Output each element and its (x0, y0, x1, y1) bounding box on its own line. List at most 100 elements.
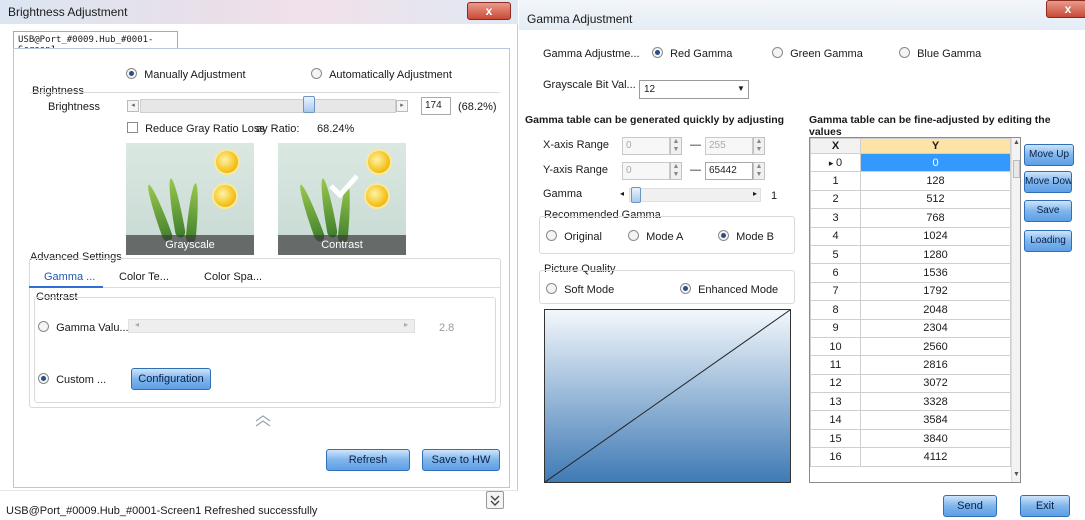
move-down-button[interactable]: Move Down (1024, 171, 1072, 193)
soft-mode-radio[interactable]: Soft Mode (546, 283, 614, 296)
y-min-spinner[interactable]: ▲ ▼ (670, 162, 682, 180)
x-min-input[interactable]: 0 (622, 137, 670, 155)
table-row[interactable]: 10 2560 (810, 336, 1011, 357)
y-min-input[interactable]: 0 (622, 162, 670, 180)
auto-mode-radio[interactable]: Automatically Adjustment (311, 68, 452, 81)
green-gamma-radio[interactable]: Green Gamma (772, 47, 863, 60)
contrast-preview[interactable]: Contrast (278, 143, 406, 255)
enhanced-mode-radio[interactable]: Enhanced Mode (680, 283, 778, 296)
reduce-gray-checkbox[interactable]: Reduce Gray Ratio Loss (127, 122, 265, 135)
x-cell: 9 (810, 318, 861, 338)
original-radio[interactable]: Original (546, 230, 602, 243)
y-cell[interactable]: 2048 (860, 300, 1011, 320)
lemon-image (212, 183, 238, 209)
y-cell[interactable]: 768 (860, 208, 1011, 228)
gamma-slider-right-arrow-icon[interactable]: ▸ (753, 189, 757, 198)
brightness-slider-right-arrow[interactable]: ▸ (396, 100, 408, 112)
brightness-value-input[interactable]: 174 (421, 97, 451, 115)
brightness-close-button[interactable]: x (467, 2, 511, 20)
exit-button[interactable]: Exit (1020, 495, 1070, 517)
y-cell[interactable]: 128 (860, 171, 1011, 191)
table-row[interactable]: 12 3072 (810, 373, 1011, 394)
brightness-slider-track[interactable] (140, 99, 396, 113)
scroll-down-icon[interactable]: ▼ (1013, 471, 1020, 478)
y-cell[interactable]: 4112 (860, 447, 1011, 467)
red-gamma-radio[interactable]: Red Gamma (652, 47, 732, 60)
y-cell[interactable]: 3840 (860, 428, 1011, 449)
save-to-hw-button[interactable]: Save to HW (422, 449, 500, 471)
expand-button[interactable] (486, 491, 504, 509)
y-cell[interactable]: 2560 (860, 336, 1011, 357)
gamma-window: Gamma Adjustment x Gamma Adjustme... Red… (519, 0, 1085, 520)
grayscale-preview[interactable]: Grayscale (126, 143, 254, 255)
x-min-spinner[interactable]: ▲ ▼ (670, 137, 682, 155)
y-cell[interactable]: 1536 (860, 263, 1011, 283)
screen-tab[interactable]: USB@Port_#0009.Hub_#0001-Screen1 (13, 31, 178, 55)
table-row[interactable]: 11 2816 (810, 355, 1011, 375)
y-cell[interactable]: 512 (860, 189, 1011, 210)
brightness-titlebar: Brightness Adjustment (0, 0, 518, 24)
x-max-spinner[interactable]: ▲ ▼ (753, 137, 765, 155)
table-row[interactable]: 8 2048 (810, 300, 1011, 320)
quick-heading: Gamma table can be generated quickly by … (525, 114, 785, 126)
y-cell[interactable]: 1280 (860, 244, 1011, 265)
x-max-input[interactable]: 255 (705, 137, 753, 155)
y-max-input[interactable]: 65442 (705, 162, 753, 180)
y-cell[interactable]: 1792 (860, 281, 1011, 302)
table-scrollbar[interactable]: ▲ ▼ (1011, 138, 1020, 482)
configuration-button[interactable]: Configuration (131, 368, 211, 390)
y-max-spinner[interactable]: ▲ ▼ (753, 162, 765, 180)
tab-color-temperature[interactable]: Color Te... (119, 271, 169, 283)
custom-radio[interactable]: Custom ... (38, 373, 106, 386)
y-cell[interactable]: 3328 (860, 392, 1011, 412)
y-cell[interactable]: 2304 (860, 318, 1011, 338)
table-row[interactable]: 3 768 (810, 208, 1011, 228)
brightness-slider-left-arrow[interactable]: ◂ (127, 100, 139, 112)
y-cell[interactable]: 2816 (860, 355, 1011, 375)
gamma-close-button[interactable]: x (1046, 0, 1085, 18)
brightness-label: Brightness (48, 101, 100, 113)
mode-b-radio[interactable]: Mode B (718, 230, 774, 243)
y-cell[interactable]: 3584 (860, 410, 1011, 430)
blue-gamma-radio[interactable]: Blue Gamma (899, 47, 981, 60)
table-row[interactable]: 2 512 (810, 189, 1011, 210)
table-row[interactable]: ▸ 00 (810, 152, 1011, 173)
tab-color-space[interactable]: Color Spa... (204, 271, 262, 283)
brightness-slider-thumb[interactable] (302, 96, 315, 113)
gamma-slider-thumb[interactable] (631, 187, 641, 203)
scroll-thumb[interactable] (1013, 160, 1020, 178)
table-row[interactable]: 1 128 (810, 171, 1011, 191)
gamma-value-radio[interactable]: Gamma Valu... (38, 321, 129, 334)
tab-gamma[interactable]: Gamma ... (44, 271, 95, 283)
save-button[interactable]: Save (1024, 200, 1072, 222)
y-cell[interactable]: 0 (860, 152, 1011, 173)
table-row[interactable]: 14 3584 (810, 410, 1011, 430)
table-row[interactable]: 13 3328 (810, 392, 1011, 412)
blue-gamma-label: Blue Gamma (917, 48, 982, 60)
gamma-slider-track[interactable] (629, 188, 761, 202)
move-up-button[interactable]: Move Up (1024, 144, 1074, 166)
table-row[interactable]: 6 1536 (810, 263, 1011, 283)
table-row[interactable]: 15 3840 (810, 428, 1011, 449)
grayscale-bit-select[interactable]: 12 ▼ (639, 80, 749, 99)
gamma-titlebar: Gamma Adjustment (519, 0, 1085, 30)
refresh-button[interactable]: Refresh (326, 449, 410, 471)
send-button[interactable]: Send (943, 495, 997, 517)
mode-a-radio[interactable]: Mode A (628, 230, 683, 243)
collapse-chevron-icon[interactable] (253, 414, 273, 428)
gamma-slider-left-arrow-icon[interactable]: ◂ (620, 189, 624, 198)
manual-mode-radio[interactable]: Manually Adjustment (126, 68, 246, 81)
table-row[interactable]: 9 2304 (810, 318, 1011, 338)
mode-b-label: Mode B (736, 231, 774, 243)
table-row[interactable]: 16 4112 (810, 447, 1011, 467)
table-row[interactable]: 7 1792 (810, 281, 1011, 302)
table-row[interactable]: 5 1280 (810, 244, 1011, 265)
table-row[interactable]: 4 1024 (810, 226, 1011, 246)
gamma-slider-track[interactable] (128, 319, 415, 333)
contrast-groupbox (34, 297, 496, 403)
loading-button[interactable]: Loading (1024, 230, 1072, 252)
y-cell[interactable]: 3072 (860, 373, 1011, 394)
y-cell[interactable]: 1024 (860, 226, 1011, 246)
scroll-up-icon[interactable]: ▲ (1013, 139, 1020, 146)
column-header-x: X (810, 138, 861, 154)
